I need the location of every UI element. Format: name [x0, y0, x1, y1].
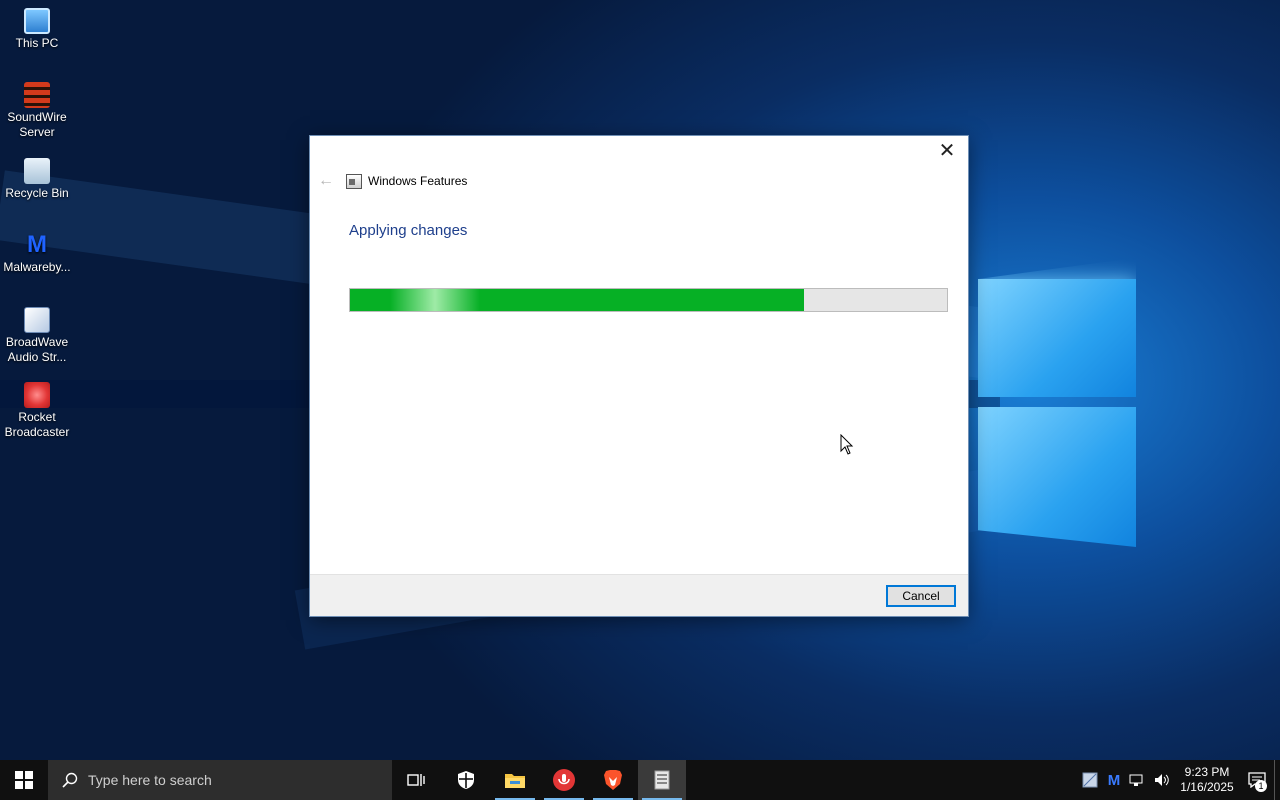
- windows-start-icon: [15, 771, 33, 789]
- file-explorer-button[interactable]: [491, 760, 539, 800]
- taskbar: Type here to search M 9:23 PM 1/16/2025 …: [0, 760, 1280, 800]
- progress-shine: [390, 289, 480, 311]
- rocket-broadcaster-icon: [553, 769, 575, 791]
- task-view-button[interactable]: [392, 760, 440, 800]
- volume-icon[interactable]: [1150, 760, 1174, 800]
- clock-time: 9:23 PM: [1184, 765, 1230, 779]
- task-view-icon: [407, 774, 425, 786]
- search-icon: [62, 772, 78, 788]
- desktop-icon-broadwave[interactable]: BroadWave Audio Str...: [2, 307, 72, 365]
- soundwire-icon: [24, 82, 50, 108]
- notification-count-badge: 1: [1255, 780, 1267, 792]
- desktop-icon-label: BroadWave Audio Str...: [5, 335, 69, 364]
- dialog-title-row: Windows Features: [346, 172, 467, 190]
- windows-features-icon: [654, 770, 670, 790]
- malwarebytes-tray-icon[interactable]: M: [1102, 760, 1126, 800]
- progress-bar: [349, 288, 948, 312]
- malwarebytes-icon: M: [27, 231, 47, 258]
- rocket-broadcaster-taskbar-button[interactable]: [540, 760, 588, 800]
- taskbar-clock[interactable]: 9:23 PM 1/16/2025: [1174, 765, 1240, 795]
- rocket-broadcaster-icon: [24, 382, 50, 408]
- desktop-icon-label: This PC: [15, 36, 59, 50]
- system-tray: M 9:23 PM 1/16/2025 1: [1078, 760, 1280, 800]
- desktop-icon-malwarebytes[interactable]: M Malwareby...: [2, 232, 72, 275]
- desktop-icon-label: Rocket Broadcaster: [4, 410, 70, 439]
- broadwave-icon: [24, 307, 50, 333]
- show-desktop-button[interactable]: [1274, 760, 1280, 800]
- windows-features-icon: [346, 173, 362, 189]
- brave-browser-button[interactable]: [589, 760, 637, 800]
- dialog-footer: Cancel: [310, 574, 968, 616]
- desktop-icon-rocket-broadcaster[interactable]: Rocket Broadcaster: [2, 382, 72, 440]
- network-icon[interactable]: [1126, 760, 1150, 800]
- brave-lion-icon: [604, 770, 622, 790]
- desktop-icon-recycle-bin[interactable]: Recycle Bin: [2, 158, 72, 201]
- close-button[interactable]: ✕: [932, 140, 962, 164]
- shield-icon: [458, 771, 474, 789]
- search-placeholder: Type here to search: [88, 772, 212, 788]
- desktop-icon-label: SoundWire Server: [7, 110, 67, 139]
- windows-logo-wallpaper: [976, 255, 1141, 555]
- dialog-title: Windows Features: [368, 174, 468, 188]
- desktop-icon-label: Malwareby...: [3, 260, 71, 274]
- clock-date: 1/16/2025: [1180, 780, 1234, 794]
- windows-security-button[interactable]: [442, 760, 490, 800]
- status-heading: Applying changes: [349, 222, 468, 239]
- windows-features-taskbar-button[interactable]: [638, 760, 686, 800]
- this-pc-icon: [24, 8, 50, 34]
- broadwave-tray-icon[interactable]: [1078, 760, 1102, 800]
- recycle-bin-icon: [24, 158, 50, 184]
- folder-icon: [505, 774, 525, 788]
- action-center-button[interactable]: 1: [1240, 760, 1274, 800]
- start-button[interactable]: [0, 760, 48, 800]
- desktop-icon-this-pc[interactable]: This PC: [2, 8, 72, 51]
- desktop-icon-label: Recycle Bin: [5, 186, 69, 200]
- back-arrow-icon[interactable]: ←: [316, 172, 336, 190]
- desktop-background: This PC SoundWire Server Recycle Bin M M…: [0, 0, 1280, 760]
- windows-features-dialog: ✕ ← Windows Features Applying changes Ca…: [310, 136, 968, 616]
- cancel-button[interactable]: Cancel: [886, 585, 956, 607]
- desktop-icon-soundwire[interactable]: SoundWire Server: [2, 82, 72, 140]
- taskbar-search-box[interactable]: Type here to search: [48, 760, 392, 800]
